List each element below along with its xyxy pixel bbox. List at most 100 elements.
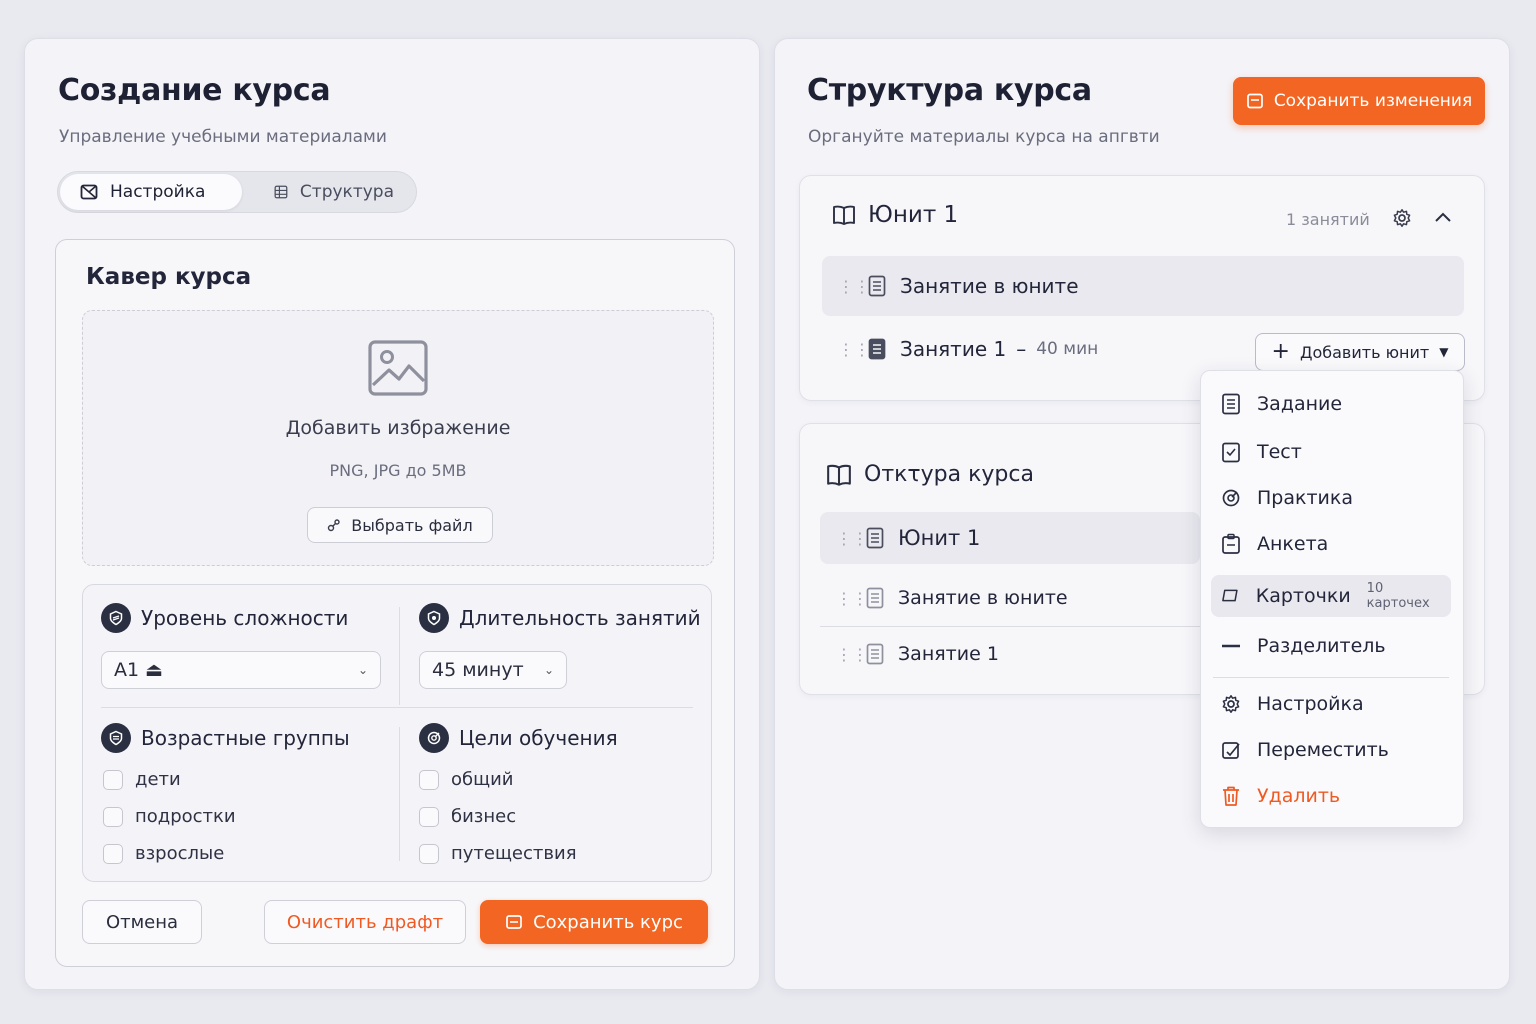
checkbox[interactable] xyxy=(419,769,439,790)
save-course-button[interactable]: Сохранить курс xyxy=(480,900,708,944)
save-icon xyxy=(1246,93,1263,109)
course-options: Уровень сложности A1 ⏏ ⌄ Длительность за… xyxy=(82,584,712,882)
choose-file-button[interactable]: Выбрать файл xyxy=(307,507,493,543)
menu-item-move[interactable]: Переместить xyxy=(1211,729,1451,771)
lesson-row[interactable]: ⋮⋮ Занятие в юните xyxy=(820,572,1200,624)
document-icon xyxy=(866,587,884,609)
drag-handle-icon[interactable]: ⋮⋮ xyxy=(836,645,868,664)
checkbox[interactable] xyxy=(103,806,123,827)
document-icon xyxy=(868,275,886,297)
book-icon xyxy=(827,464,851,486)
divider xyxy=(820,626,1200,627)
book-icon xyxy=(833,205,855,225)
tab-structure-label: Структура xyxy=(299,182,394,202)
target-icon xyxy=(419,723,449,753)
grid-icon xyxy=(274,185,288,199)
move-icon xyxy=(1222,742,1240,759)
lesson-duration: 40 мин xyxy=(1036,339,1099,359)
cards-icon xyxy=(1222,589,1238,602)
drag-handle-icon[interactable]: ⋮⋮ xyxy=(836,589,868,608)
menu-item-delete[interactable]: Удалить xyxy=(1211,775,1451,817)
document-icon xyxy=(1222,393,1240,415)
chevron-down-icon: ⌄ xyxy=(543,663,554,677)
unit-card: Юнит 1 1 занятий ⋮⋮ Занятие в юните ⋮⋮ З… xyxy=(799,175,1485,401)
menu-item-settings[interactable]: Настройка xyxy=(1211,683,1451,725)
menu-item-survey[interactable]: Анкета xyxy=(1211,523,1451,565)
cards-count: 10 карточех xyxy=(1366,581,1430,611)
age-option-kids[interactable]: дети xyxy=(103,769,181,790)
structure-subtitle: Органуйте материалы курса на апгвти xyxy=(808,127,1160,147)
page-title: Создание курса xyxy=(58,73,331,108)
checkbox[interactable] xyxy=(419,843,439,864)
document-icon xyxy=(866,527,884,549)
choose-file-label: Выбрать файл xyxy=(351,515,473,535)
menu-item-practice[interactable]: Практика xyxy=(1211,477,1451,519)
cancel-button[interactable]: Отмена xyxy=(82,900,202,944)
unit-row[interactable]: ⋮⋮ Юнит 1 xyxy=(820,512,1200,564)
layers-icon xyxy=(101,723,131,753)
tab-settings-label: Настройка xyxy=(110,182,206,202)
gear-icon xyxy=(1222,695,1240,713)
structure-title: Структура курса xyxy=(807,73,1092,108)
format-hint: PNG, JPG до 5MB xyxy=(329,461,467,480)
divider xyxy=(101,707,693,708)
drag-handle-icon[interactable]: ⋮⋮ xyxy=(836,529,868,548)
tab-structure[interactable]: Структура xyxy=(254,174,414,210)
lesson-count: 1 занятий xyxy=(1286,210,1370,229)
chevron-down-icon: ⌄ xyxy=(357,663,368,677)
shield-icon xyxy=(101,603,131,633)
gear-icon[interactable] xyxy=(1392,208,1412,228)
lesson-row[interactable]: ⋮⋮ Занятие 1 xyxy=(820,628,1200,680)
difficulty-title: Уровень сложности xyxy=(101,603,348,633)
target-icon xyxy=(1222,489,1240,507)
goal-option-business[interactable]: бизнес xyxy=(419,806,516,827)
menu-item-cards[interactable]: Карточки 10 карточех xyxy=(1211,575,1451,617)
chevron-up-icon[interactable] xyxy=(1434,210,1452,224)
age-groups-title: Возрастные группы xyxy=(101,723,350,753)
trash-icon xyxy=(1223,786,1239,806)
unit-title[interactable]: Юнит 1 xyxy=(832,202,958,228)
page-subtitle: Управление учебными материалами xyxy=(59,127,387,147)
goal-option-travel[interactable]: путеществия xyxy=(419,843,577,864)
image-icon xyxy=(368,340,428,396)
lesson-row[interactable]: ⋮⋮ Занятие в юните xyxy=(822,256,1464,316)
attach-icon xyxy=(328,519,340,532)
cover-card: Кавер курса Добавить избражение PNG, JPG… xyxy=(55,239,735,967)
cover-title: Кавер курса xyxy=(86,264,252,290)
duration-title: Длительность занятий xyxy=(419,603,701,633)
drag-handle-icon[interactable]: ⋮⋮ xyxy=(838,277,870,296)
settings-box-icon xyxy=(80,184,98,200)
learning-goals-title: Цели обучения xyxy=(419,723,618,753)
save-changes-button[interactable]: Сохранить изменения xyxy=(1233,77,1485,125)
survey-icon xyxy=(1222,533,1240,554)
add-unit-menu: Задание Тест Практика Анкета Карточки 10… xyxy=(1200,370,1464,828)
menu-separator xyxy=(1213,677,1449,678)
checkbox[interactable] xyxy=(103,843,123,864)
image-dropzone[interactable]: Добавить избражение PNG, JPG до 5MB Выбр… xyxy=(82,310,714,566)
save-icon xyxy=(506,915,522,929)
menu-item-test[interactable]: Тест xyxy=(1211,431,1451,473)
checkbox[interactable] xyxy=(419,806,439,827)
goal-option-general[interactable]: общий xyxy=(419,769,513,790)
menu-item-task[interactable]: Задание xyxy=(1211,383,1451,425)
difficulty-select[interactable]: A1 ⏏ ⌄ xyxy=(101,651,381,689)
age-option-adults[interactable]: взрослые xyxy=(103,843,224,864)
chevron-down-icon: ▼ xyxy=(1439,345,1449,359)
structure-card-title: Откτура курса xyxy=(826,462,1034,487)
tab-bar: Настройка Структура xyxy=(57,171,417,213)
tab-settings[interactable]: Настройка xyxy=(60,174,242,210)
shield-icon xyxy=(419,603,449,633)
test-icon xyxy=(1222,442,1240,463)
drag-handle-icon[interactable]: ⋮⋮ xyxy=(838,340,870,359)
menu-item-divider[interactable]: Разделитель xyxy=(1211,625,1451,667)
checkbox[interactable] xyxy=(103,769,123,790)
add-image-label: Добавить избражение xyxy=(285,417,511,439)
duration-select[interactable]: 45 минут ⌄ xyxy=(419,651,567,689)
course-create-panel: Создание курса Управление учебными матер… xyxy=(24,38,760,990)
age-option-teens[interactable]: подростки xyxy=(103,806,236,827)
clear-draft-button[interactable]: Очистить драфт xyxy=(264,900,466,944)
document-icon xyxy=(868,338,886,360)
divider xyxy=(399,727,400,861)
divider-icon xyxy=(1222,644,1240,648)
add-unit-button[interactable]: + Добавить юнит ▼ xyxy=(1255,333,1465,371)
